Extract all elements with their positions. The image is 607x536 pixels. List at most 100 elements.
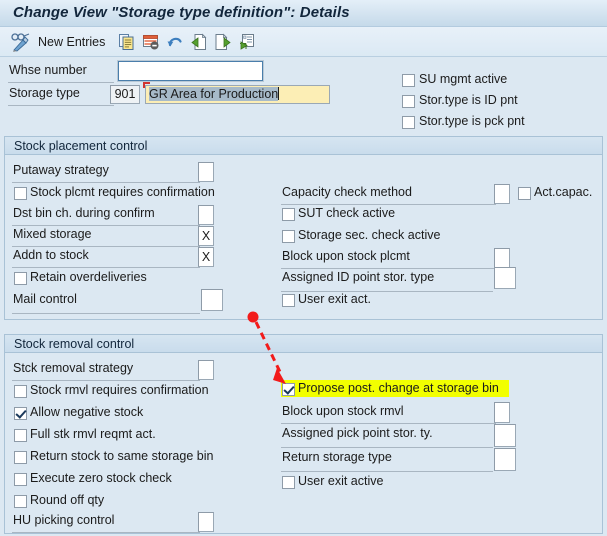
checkbox-sut-check-active-label: SUT check active <box>298 206 396 220</box>
storage-type-description-input[interactable]: GR Area for Production <box>145 85 330 104</box>
hu-picking-control-input[interactable] <box>198 512 214 532</box>
mail-control-input[interactable] <box>201 289 223 311</box>
putaway-strategy-input[interactable] <box>198 162 214 182</box>
mixed-storage-underline <box>12 246 200 247</box>
group-stock-placement-control: Stock placement control Putaway strategy… <box>4 136 603 320</box>
putaway-strategy-underline <box>12 182 200 183</box>
checkbox-user-exit-act-label: User exit act. <box>298 292 371 306</box>
capacity-check-method-underline <box>281 204 496 205</box>
group-stock-removal-title: Stock removal control <box>14 337 135 351</box>
addn-to-stock-label: Addn to stock <box>13 248 89 262</box>
checkbox-allow-negative-stock[interactable] <box>14 407 27 420</box>
stck-removal-strategy-label: Stck removal strategy <box>13 361 134 375</box>
dst-bin-ch-during-confirm-label: Dst bin ch. during confirm <box>13 206 155 220</box>
checkbox-user-exit-active-label: User exit active <box>298 474 384 488</box>
block-upon-stock-plcmt-label: Block upon stock plcmt <box>282 249 410 263</box>
delete-button[interactable] <box>142 31 160 53</box>
putaway-strategy-label: Putaway strategy <box>13 163 109 177</box>
checkbox-stock-rmvl-requires-confirmation[interactable] <box>14 385 27 398</box>
addn-to-stock-input[interactable]: X <box>198 247 214 267</box>
checkbox-retain-overdeliveries-label: Retain overdeliveries <box>30 270 147 284</box>
undo-button[interactable] <box>166 31 184 53</box>
assigned-pick-point-underline <box>281 447 493 448</box>
storage-type-label: Storage type <box>9 86 80 100</box>
checkbox-storage-sec-check-active[interactable] <box>282 230 295 243</box>
checkbox-full-stk-rmvl-reqmt-act[interactable] <box>14 429 27 442</box>
copy-icon <box>119 34 134 50</box>
checkbox-return-stock-to-same-storage-bin-label: Return stock to same storage bin <box>30 449 214 463</box>
checkbox-sut-check-active[interactable] <box>282 208 295 221</box>
group-stock-removal-control: Stock removal control Stck removal strat… <box>4 334 603 534</box>
storage-type-key-input[interactable]: 901 <box>110 85 140 104</box>
delete-row-icon <box>143 35 159 50</box>
previous-entry-icon <box>191 33 207 50</box>
next-entry-icon <box>215 33 231 50</box>
whse-number-input[interactable] <box>117 60 264 82</box>
block-upon-stock-rmvl-label: Block upon stock rmvl <box>282 404 404 418</box>
page-title: Change View "Storage type definition": D… <box>13 4 350 21</box>
stck-removal-strategy-input[interactable] <box>198 360 214 380</box>
previous-entry-button[interactable] <box>190 31 208 53</box>
other-entry-button[interactable] <box>238 31 256 53</box>
application-toolbar: New Entries <box>0 27 607 57</box>
undo-icon <box>167 37 182 47</box>
assigned-id-point-stor-type-input[interactable] <box>494 267 516 289</box>
display-change-icon <box>11 33 30 52</box>
checkbox-propose-post-change-at-storage-bin[interactable] <box>282 383 295 396</box>
hu-picking-control-underline <box>12 532 200 533</box>
checkbox-full-stk-rmvl-reqmt-act-label: Full stk rmvl reqmt act. <box>30 427 156 441</box>
checkbox-round-off-qty[interactable] <box>14 495 27 508</box>
checkbox-stortype-is-pck-pnt-label: Stor.type is pck pnt <box>419 114 525 128</box>
stck-removal-strategy-underline <box>12 380 200 381</box>
dst-bin-ch-underline <box>12 225 200 226</box>
checkbox-return-stock-to-same-storage-bin[interactable] <box>14 451 27 464</box>
checkbox-stock-rmvl-requires-confirmation-label: Stock rmvl requires confirmation <box>30 383 209 397</box>
checkbox-stock-plcmt-requires-confirmation[interactable] <box>14 187 27 200</box>
checkbox-stortype-is-id-pnt-label: Stor.type is ID pnt <box>419 93 518 107</box>
assigned-pick-point-stor-ty-label: Assigned pick point stor. ty. <box>282 426 433 440</box>
new-entries-label: New Entries <box>38 35 106 49</box>
dst-bin-ch-during-confirm-input[interactable] <box>198 205 214 225</box>
display-change-button[interactable] <box>10 31 32 53</box>
group-stock-placement-title: Stock placement control <box>14 139 148 153</box>
block-upon-stock-plcmt-underline <box>281 268 496 269</box>
checkbox-su-mgmt-active[interactable] <box>402 74 415 87</box>
return-storage-type-label: Return storage type <box>282 450 392 464</box>
capacity-check-method-input[interactable] <box>494 184 510 204</box>
checkbox-stock-plcmt-requires-confirmation-label: Stock plcmt requires confirmation <box>30 185 215 199</box>
checkbox-round-off-qty-label: Round off qty <box>30 493 105 507</box>
mail-control-underline <box>12 313 200 314</box>
checkbox-allow-negative-stock-label: Allow negative stock <box>30 405 144 419</box>
window-titlebar: Change View "Storage type definition": D… <box>0 0 607 27</box>
storage-type-underline <box>8 105 114 106</box>
mail-control-label: Mail control <box>13 292 77 306</box>
return-storage-type-input[interactable] <box>494 448 516 471</box>
checkbox-act-capac-label: Act.capac. <box>534 185 593 199</box>
checkbox-stortype-is-id-pnt[interactable] <box>402 95 415 108</box>
checkbox-act-capac[interactable] <box>518 187 531 200</box>
header-form: Whse number Storage type 901 GR Area for… <box>0 57 607 131</box>
next-entry-button[interactable] <box>214 31 232 53</box>
block-upon-stock-rmvl-underline <box>281 423 496 424</box>
checkbox-user-exit-act[interactable] <box>282 294 295 307</box>
checkbox-storage-sec-check-active-label: Storage sec. check active <box>298 228 441 242</box>
copy-as-button[interactable] <box>118 31 136 53</box>
block-upon-stock-plcmt-input[interactable] <box>494 248 510 268</box>
addn-to-stock-underline <box>12 267 200 268</box>
text-caret <box>278 87 280 100</box>
checkbox-user-exit-active[interactable] <box>282 476 295 489</box>
whse-number-label: Whse number <box>9 63 87 77</box>
block-upon-stock-rmvl-input[interactable] <box>494 402 510 423</box>
mixed-storage-label: Mixed storage <box>13 227 92 241</box>
new-entries-button[interactable]: New Entries <box>38 31 105 53</box>
assigned-pick-point-stor-ty-input[interactable] <box>494 424 516 447</box>
checkbox-retain-overdeliveries[interactable] <box>14 272 27 285</box>
mixed-storage-input[interactable]: X <box>198 226 214 246</box>
storage-type-description-value: GR Area for Production <box>149 87 279 101</box>
checkbox-execute-zero-stock-check[interactable] <box>14 473 27 486</box>
checkbox-su-mgmt-active-label: SU mgmt active <box>419 72 508 86</box>
checkbox-stortype-is-pck-pnt[interactable] <box>402 116 415 129</box>
group-stock-removal-header: Stock removal control <box>5 335 602 353</box>
checkbox-execute-zero-stock-check-label: Execute zero stock check <box>30 471 172 485</box>
checkbox-propose-post-change-at-storage-bin-label: Propose post. change at storage bin <box>298 381 499 395</box>
